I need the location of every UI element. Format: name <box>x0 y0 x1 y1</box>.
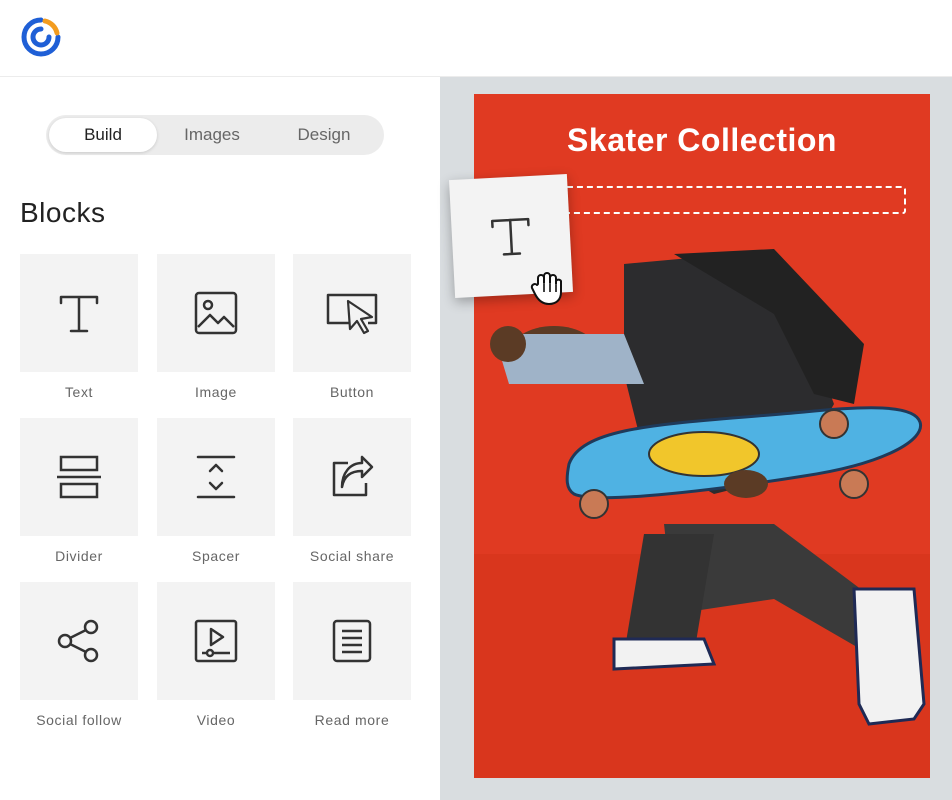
text-icon <box>59 295 99 333</box>
block-button[interactable]: Button <box>293 254 411 400</box>
block-social-follow[interactable]: Social follow <box>20 582 138 728</box>
block-label: Video <box>196 712 236 728</box>
block-label: Social share <box>309 548 395 564</box>
divider-icon <box>57 455 101 499</box>
block-text[interactable]: Text <box>20 254 138 400</box>
block-tile[interactable] <box>293 582 411 700</box>
block-tile[interactable] <box>157 418 275 536</box>
block-label: Read more <box>314 712 390 728</box>
grab-cursor-icon <box>530 272 562 305</box>
block-label: Image <box>195 384 237 400</box>
block-read-more[interactable]: Read more <box>293 582 411 728</box>
spacer-icon <box>196 455 236 499</box>
block-image[interactable]: Image <box>157 254 275 400</box>
editor-tabs: Build Images Design <box>46 115 384 155</box>
social-share-icon <box>332 455 374 497</box>
block-tile[interactable] <box>157 582 275 700</box>
block-tile[interactable] <box>20 582 138 700</box>
video-icon <box>194 619 238 663</box>
block-label: Divider <box>55 548 103 564</box>
social-follow-icon <box>57 619 99 663</box>
brand-logo-icon[interactable] <box>18 14 64 60</box>
block-label: Text <box>64 384 94 400</box>
button-icon <box>326 293 378 335</box>
block-spacer[interactable]: Spacer <box>157 418 275 564</box>
block-tile[interactable] <box>20 254 138 372</box>
tab-images[interactable]: Images <box>157 118 267 152</box>
block-tile[interactable] <box>157 254 275 372</box>
block-social-share[interactable]: Social share <box>293 418 411 564</box>
block-video[interactable]: Video <box>157 582 275 728</box>
block-divider[interactable]: Divider <box>20 418 138 564</box>
block-tile[interactable] <box>293 418 411 536</box>
block-tile[interactable] <box>293 254 411 372</box>
image-icon <box>194 291 238 335</box>
tab-build[interactable]: Build <box>49 118 157 152</box>
top-bar <box>0 0 952 77</box>
read-more-icon <box>332 619 372 663</box>
blocks-heading: Blocks <box>20 197 106 228</box>
text-icon <box>490 217 530 256</box>
editor-sidebar: Build Images Design Blocks Text Image Bu… <box>0 77 440 800</box>
block-label: Social follow <box>36 712 122 728</box>
tab-design[interactable]: Design <box>267 118 381 152</box>
block-label: Button <box>329 384 375 400</box>
block-tile[interactable] <box>20 418 138 536</box>
block-label: Spacer <box>192 548 240 564</box>
